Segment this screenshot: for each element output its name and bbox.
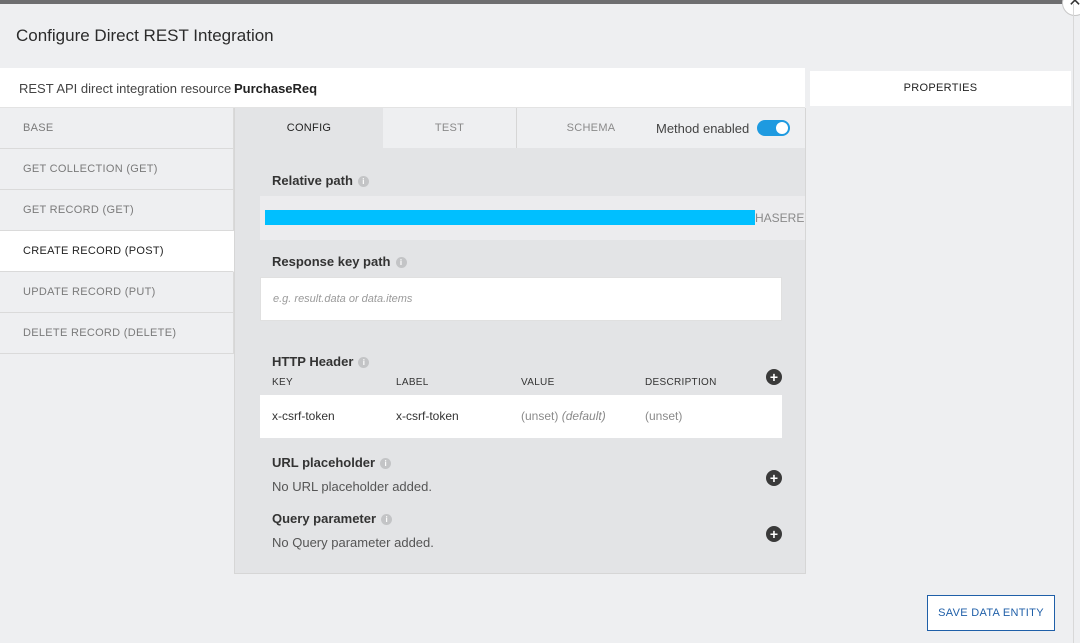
relative-path-field[interactable]: HASEREQ	[260, 196, 805, 240]
header-label-cell: x-csrf-token	[396, 409, 459, 423]
save-data-entity-button[interactable]: SAVE DATA ENTITY	[927, 595, 1055, 631]
method-sidebar: BASE GET COLLECTION (GET) GET RECORD (GE…	[0, 108, 234, 354]
info-icon: i	[357, 176, 369, 187]
url-placeholder-label: URL placeholder i	[272, 455, 392, 470]
divider	[1073, 4, 1074, 643]
http-header-label-text: HTTP Header	[272, 354, 354, 369]
add-query-parameter-button[interactable]: +	[766, 526, 782, 542]
method-enabled-label: Method enabled	[656, 121, 750, 136]
response-key-path-label: Response key path i	[272, 254, 407, 269]
sidebar-item-base[interactable]: BASE	[0, 108, 234, 149]
tab-schema[interactable]: SCHEMA	[550, 108, 632, 148]
tab-divider	[516, 108, 517, 148]
sidebar-item-update-record[interactable]: UPDATE RECORD (PUT)	[0, 272, 234, 313]
redacted-path	[265, 210, 755, 225]
url-placeholder-label-text: URL placeholder	[272, 455, 376, 470]
sidebar-item-delete-record[interactable]: DELETE RECORD (DELETE)	[0, 313, 234, 354]
add-header-button[interactable]: +	[766, 369, 782, 385]
http-header-label: HTTP Header i	[272, 354, 370, 369]
url-placeholder-empty: No URL placeholder added.	[272, 479, 432, 494]
column-header-description: DESCRIPTION	[645, 377, 717, 388]
resource-name: PurchaseReq	[234, 81, 318, 96]
column-header-value: VALUE	[521, 377, 555, 388]
method-enabled-toggle[interactable]	[757, 120, 790, 136]
config-panel: CONFIG TEST SCHEMA Method enabled Relati…	[234, 108, 806, 574]
table-row[interactable]: x-csrf-token x-csrf-token (unset) (defau…	[260, 395, 782, 438]
column-header-label: LABEL	[396, 377, 429, 388]
column-header-key: KEY	[272, 377, 293, 388]
header-value-default: (default)	[561, 409, 606, 423]
relative-path-label: Relative path i	[272, 173, 369, 188]
header-key-cell: x-csrf-token	[272, 409, 335, 423]
window-top-border	[0, 0, 1080, 4]
dialog-title: Configure Direct REST Integration	[16, 26, 274, 45]
response-key-path-label-text: Response key path	[272, 254, 391, 269]
relative-path-suffix: HASEREQ	[755, 211, 805, 225]
header-description-cell: (unset)	[645, 409, 683, 423]
query-parameter-empty: No Query parameter added.	[272, 535, 434, 550]
tab-bar: CONFIG TEST SCHEMA Method enabled	[235, 108, 805, 148]
resource-label: REST API direct integration resource	[19, 81, 232, 96]
info-icon: i	[395, 257, 407, 268]
tab-config[interactable]: CONFIG	[235, 108, 383, 148]
response-key-path-field[interactable]	[260, 277, 782, 321]
info-icon: i	[358, 357, 370, 368]
header-value-text: (unset)	[521, 409, 559, 423]
toggle-knob	[776, 122, 788, 134]
info-icon: i	[381, 514, 393, 525]
properties-panel-header: PROPERTIES	[810, 71, 1071, 106]
header-value-cell: (unset) (default)	[521, 409, 606, 423]
resource-bar: REST API direct integration resource Pur…	[0, 68, 805, 108]
sidebar-item-create-record[interactable]: CREATE RECORD (POST)	[0, 231, 234, 272]
relative-path-label-text: Relative path	[272, 173, 353, 188]
add-url-placeholder-button[interactable]: +	[766, 470, 782, 486]
sidebar-item-get-collection[interactable]: GET COLLECTION (GET)	[0, 149, 234, 190]
query-parameter-label-text: Query parameter	[272, 511, 377, 526]
info-icon: i	[380, 458, 392, 469]
response-key-path-input[interactable]	[261, 278, 781, 320]
query-parameter-label: Query parameter i	[272, 511, 393, 526]
tab-test[interactable]: TEST	[383, 108, 516, 148]
sidebar-item-get-record[interactable]: GET RECORD (GET)	[0, 190, 234, 231]
close-icon[interactable]: ✕	[1062, 0, 1080, 16]
